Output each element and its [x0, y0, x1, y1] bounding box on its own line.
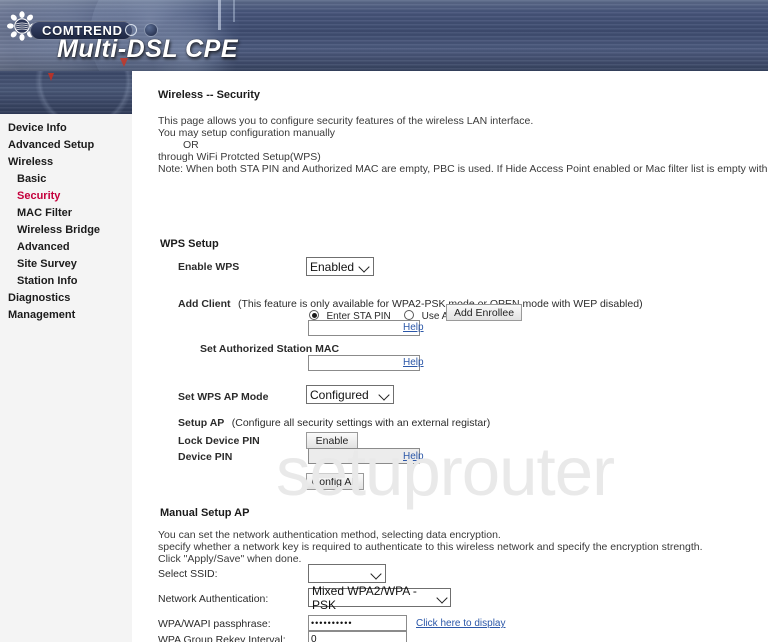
wps-ap-mode-value: Configured	[310, 387, 369, 402]
banner-arrow-decoration	[120, 58, 128, 67]
enable-wps-value: Enabled	[310, 259, 355, 274]
main-content-panel: Wireless -- Security This page allows yo…	[132, 71, 768, 642]
page-title: Wireless -- Security	[158, 89, 260, 101]
enable-wps-select[interactable]: Enabled	[306, 257, 374, 276]
sidebar-list: Device Info Advanced Setup Wireless Basic Se…	[0, 114, 154, 324]
manual-desc-line-3: Click "Apply/Save" when done.	[158, 553, 302, 565]
manual-desc-line-2: specify whether a network key is require…	[158, 541, 703, 553]
select-ssid-select[interactable]	[308, 564, 386, 583]
banner-ring-decoration	[28, 71, 132, 114]
banner-bar-decoration	[233, 0, 235, 22]
wps-ap-mode-label: Set WPS AP Mode	[178, 391, 269, 403]
router-admin-page: COMTREND Multi-DSL CPE Device Info Advanc…	[0, 0, 768, 642]
wps-setup-section-title: WPS Setup	[160, 238, 219, 250]
radio-use-ap-pin[interactable]	[404, 310, 415, 320]
chevron-down-icon	[371, 568, 382, 579]
manual-desc-line-1: You can set the network authentication m…	[158, 529, 501, 541]
passphrase-masked-value: ••••••••••	[311, 618, 353, 628]
authorized-station-mac-label: Set Authorized Station MAC	[200, 343, 340, 355]
chevron-down-icon	[359, 261, 370, 272]
banner-bar-decoration	[218, 0, 221, 30]
network-authentication-label: Network Authentication:	[158, 593, 269, 605]
setup-ap-note: (Configure all security settings with an…	[231, 417, 491, 429]
add-client-label: Add Client	[178, 298, 231, 310]
product-title: Multi-DSL CPE	[57, 35, 239, 63]
authorized-station-mac-help-link[interactable]: Help	[403, 357, 424, 368]
intro-line-or: OR	[183, 139, 199, 151]
intro-line-2: You may setup configuration manually	[158, 127, 336, 139]
select-ssid-label: Select SSID:	[158, 568, 218, 580]
lock-device-pin-label: Lock Device PIN	[178, 435, 260, 447]
chevron-down-icon	[437, 592, 447, 603]
wps-ap-mode-select[interactable]: Configured	[306, 385, 394, 404]
intro-note: Note: When both STA PIN and Authorized M…	[158, 163, 768, 175]
manual-setup-ap-section-title: Manual Setup AP	[160, 507, 250, 519]
lock-device-pin-enable-button[interactable]: Enable	[306, 432, 358, 449]
rekey-interval-input[interactable]	[308, 631, 407, 642]
add-enrollee-button[interactable]: Add Enrollee	[446, 304, 522, 321]
intro-line-1: This page allows you to configure securi…	[158, 115, 534, 127]
config-ap-button[interactable]: Config AP	[306, 473, 364, 490]
setup-ap-label: Setup AP	[178, 417, 225, 429]
rekey-interval-label: WPA Group Rekey Interval:	[158, 634, 286, 642]
network-authentication-value: Mixed WPA2/WPA -PSK	[312, 583, 417, 612]
setup-ap-description: Setup AP (Configure all security setting…	[178, 413, 490, 431]
header-banner: COMTREND Multi-DSL CPE	[0, 0, 768, 71]
device-pin-label: Device PIN	[178, 451, 233, 463]
banner-left-extension	[0, 71, 132, 114]
intro-line-4: through WiFi Protcted Setup(WPS)	[158, 151, 321, 163]
sta-pin-help-link[interactable]: Help	[403, 322, 424, 333]
banner-arrow-decoration	[48, 73, 54, 81]
enable-wps-label: Enable WPS	[178, 261, 240, 273]
chevron-down-icon	[379, 389, 390, 400]
radio-enter-sta-pin[interactable]	[309, 310, 319, 320]
passphrase-display-link[interactable]: Click here to display	[416, 618, 505, 629]
passphrase-input[interactable]: ••••••••••	[308, 615, 407, 631]
network-authentication-select[interactable]: Mixed WPA2/WPA -PSK	[308, 584, 451, 612]
passphrase-label: WPA/WAPI passphrase:	[158, 618, 271, 630]
device-pin-help-link[interactable]: Help	[403, 451, 424, 462]
